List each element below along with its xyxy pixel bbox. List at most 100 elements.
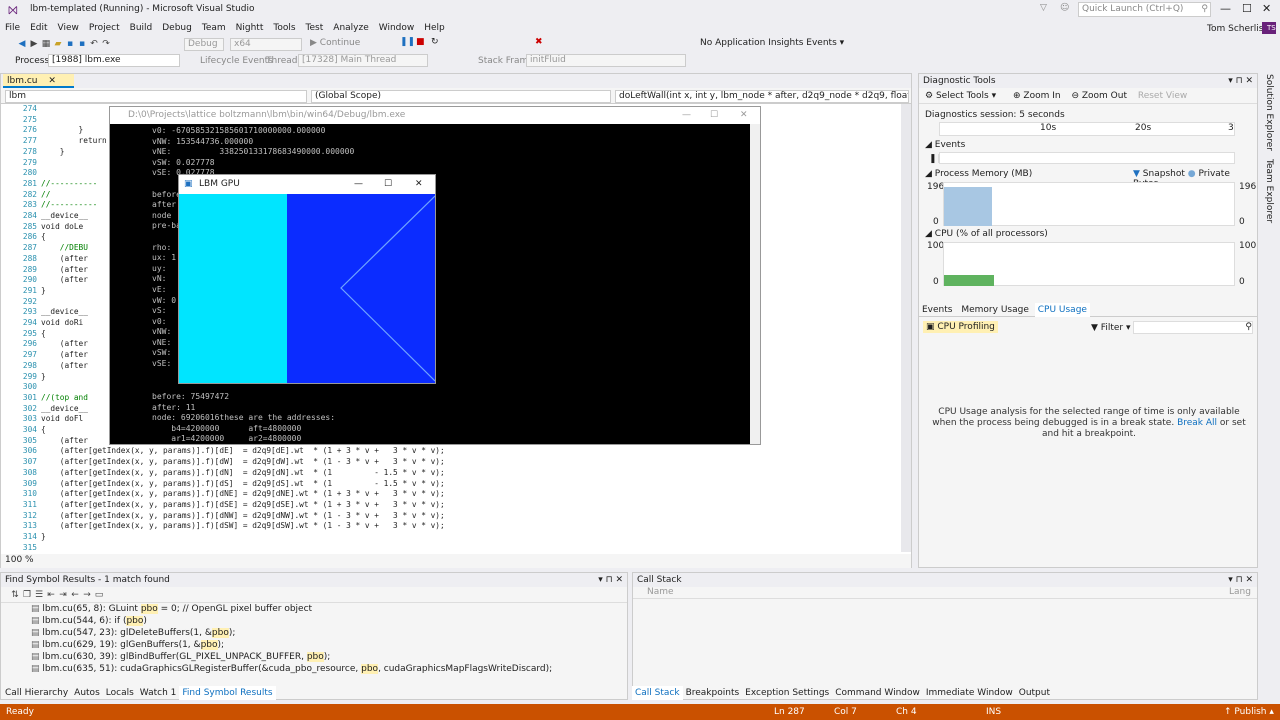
platform-combo[interactable]: x64 — [230, 38, 302, 51]
list-icon[interactable]: ☰ — [33, 589, 45, 601]
project-combo[interactable]: lbm — [5, 90, 307, 103]
stack-frame-combo[interactable]: initFluid — [526, 54, 686, 67]
tab-find-symbol-results[interactable]: Find Symbol Results — [179, 686, 276, 700]
lbm-gpu-window[interactable]: ▣ LBM GPU — ☐ ✕ — [178, 174, 436, 384]
avatar[interactable]: TS — [1262, 22, 1276, 34]
stop-icon[interactable]: ■ — [416, 37, 425, 47]
menu-file[interactable]: File — [0, 20, 25, 36]
find-result-item[interactable]: ▤ lbm.cu(547, 23): glDeleteBuffers(1, &p… — [31, 627, 627, 639]
lifecycle-events[interactable]: Lifecycle Events — [200, 56, 273, 66]
code-line[interactable]: 284 __device__ — [1, 211, 88, 222]
zoom-level[interactable]: 100 % — [5, 555, 34, 565]
copy-icon[interactable]: ❐ — [21, 589, 33, 601]
code-line[interactable]: 274 — [1, 104, 41, 115]
code-line[interactable]: 291} — [1, 286, 46, 297]
menu-project[interactable]: Project — [84, 20, 125, 36]
tab-cpu-usage[interactable]: CPU Usage — [1034, 303, 1090, 317]
memory-chart[interactable] — [943, 182, 1235, 226]
code-line[interactable]: 309 (after[getIndex(x, y, params)].f)[dS… — [1, 479, 445, 490]
tab-lbm-cu[interactable]: lbm.cu ✕ — [3, 74, 74, 88]
code-line[interactable]: 295 { — [1, 329, 46, 340]
tab-exception-settings[interactable]: Exception Settings — [742, 686, 832, 700]
code-line[interactable]: 297 (after — [1, 350, 88, 361]
tab-output[interactable]: Output — [1016, 686, 1053, 700]
cpu-section[interactable]: ◢ CPU (% of all processors) — [925, 229, 1048, 239]
menu-debug[interactable]: Debug — [157, 20, 197, 36]
find-result-item[interactable]: ▤ lbm.cu(630, 39): glBindBuffer(GL_PIXEL… — [31, 651, 627, 663]
code-line[interactable]: 298 (after — [1, 361, 88, 372]
tab-command-window[interactable]: Command Window — [832, 686, 923, 700]
save-icon[interactable]: ▪ — [64, 38, 76, 50]
exception-icon[interactable]: ✖ — [535, 37, 543, 47]
timeline-ruler[interactable]: 10s 20s 3 — [939, 122, 1235, 136]
gpu-close-button[interactable]: ✕ — [415, 175, 423, 193]
events-section[interactable]: ◢ Events — [925, 140, 965, 150]
code-line[interactable]: 283 //---------- — [1, 200, 97, 211]
menu-window[interactable]: Window — [374, 20, 420, 36]
user-name[interactable]: Tom Scherlis — [1202, 21, 1268, 37]
filter-button[interactable]: ▼ Filter ▾ — [1091, 323, 1130, 333]
code-line[interactable]: 289 (after — [1, 265, 88, 276]
back-icon[interactable]: ◀ — [16, 38, 28, 50]
diag-search-input[interactable]: ⚲ — [1133, 321, 1253, 334]
col-name[interactable]: Name — [647, 587, 674, 597]
insights-button[interactable]: No Application Insights Events ▾ — [700, 38, 844, 48]
zoom-out-button[interactable]: ⊖ Zoom Out — [1063, 91, 1127, 101]
code-line[interactable]: 287 //DEBU — [1, 243, 88, 254]
code-line[interactable]: 285 void doLe — [1, 222, 83, 233]
code-line[interactable]: 310 (after[getIndex(x, y, params)].f)[dN… — [1, 489, 445, 500]
code-line[interactable]: 312 (after[getIndex(x, y, params)].f)[dN… — [1, 511, 445, 522]
code-line[interactable]: 293 __device__ — [1, 307, 88, 318]
code-line[interactable]: 281 //---------- — [1, 179, 97, 190]
find-options-icon[interactable]: ⇅ — [9, 589, 21, 601]
close-button[interactable]: ✕ — [1262, 2, 1271, 15]
config-combo[interactable]: Debug — [184, 38, 224, 51]
code-line[interactable]: 275 — [1, 115, 41, 126]
reset-view-button[interactable]: Reset View — [1130, 91, 1187, 101]
code-line[interactable]: 301 //(top and — [1, 393, 88, 404]
code-line[interactable]: 313 (after[getIndex(x, y, params)].f)[dS… — [1, 521, 445, 532]
code-line[interactable]: 299} — [1, 372, 46, 383]
break-all-link[interactable]: Break All — [1177, 418, 1217, 428]
tab-memory-usage[interactable]: Memory Usage — [958, 303, 1032, 317]
code-line[interactable]: 276 } — [1, 125, 83, 136]
side-tab-team-explorer[interactable]: Team Explorer — [1262, 159, 1276, 223]
menu-edit[interactable]: Edit — [25, 20, 52, 36]
code-line[interactable]: 302 __device__ — [1, 404, 88, 415]
filter-icon[interactable]: ▽ — [1040, 3, 1047, 13]
thread-combo[interactable]: [17328] Main Thread — [298, 54, 428, 67]
code-line[interactable]: 278 } — [1, 147, 65, 158]
memory-section[interactable]: ◢ Process Memory (MB) — [925, 169, 1032, 179]
simulation-canvas[interactable] — [179, 194, 435, 383]
redo-icon[interactable]: ↷ — [100, 38, 112, 50]
select-tools-button[interactable]: ⚙ Select Tools ▾ — [925, 91, 996, 101]
cpu-chart[interactable] — [943, 242, 1235, 286]
undo-icon[interactable]: ↶ — [88, 38, 100, 50]
menu-nightt[interactable]: Nightt — [231, 20, 269, 36]
cpu-profiling-button[interactable]: ▣ CPU Profiling — [923, 321, 998, 333]
tab-immediate-window[interactable]: Immediate Window — [923, 686, 1016, 700]
code-line[interactable]: 305 (after — [1, 436, 88, 447]
zoom-in-button[interactable]: ⊕ Zoom In — [999, 91, 1061, 101]
save-all-icon[interactable]: ▪ — [76, 38, 88, 50]
code-line[interactable]: 314} — [1, 532, 46, 543]
tab-breakpoints[interactable]: Breakpoints — [683, 686, 743, 700]
back-result-icon[interactable]: ← — [69, 589, 81, 601]
code-line[interactable]: 294 void doRi — [1, 318, 83, 329]
code-line[interactable]: 307 (after[getIndex(x, y, params)].f)[dW… — [1, 457, 445, 468]
console-scrollbar[interactable] — [750, 124, 760, 444]
function-combo[interactable]: doLeftWall(int x, int y, lbm_node * afte… — [615, 90, 909, 103]
find-result-item[interactable]: ▤ lbm.cu(544, 6): if (pbo) — [31, 615, 627, 627]
code-line[interactable]: 286 { — [1, 232, 46, 243]
menu-help[interactable]: Help — [419, 20, 450, 36]
console-minimize-button[interactable]: — — [682, 107, 691, 124]
clear-icon[interactable]: ▭ — [93, 589, 105, 601]
maximize-button[interactable]: ☐ — [1242, 2, 1252, 15]
continue-button[interactable]: ▶ Continue — [310, 38, 360, 48]
tab-events[interactable]: Events — [919, 303, 955, 317]
console-maximize-button[interactable]: ☐ — [710, 107, 718, 124]
menu-analyze[interactable]: Analyze — [328, 20, 373, 36]
forward-result-icon[interactable]: → — [81, 589, 93, 601]
vertical-scrollbar[interactable] — [901, 104, 911, 552]
gpu-minimize-button[interactable]: — — [354, 175, 363, 193]
